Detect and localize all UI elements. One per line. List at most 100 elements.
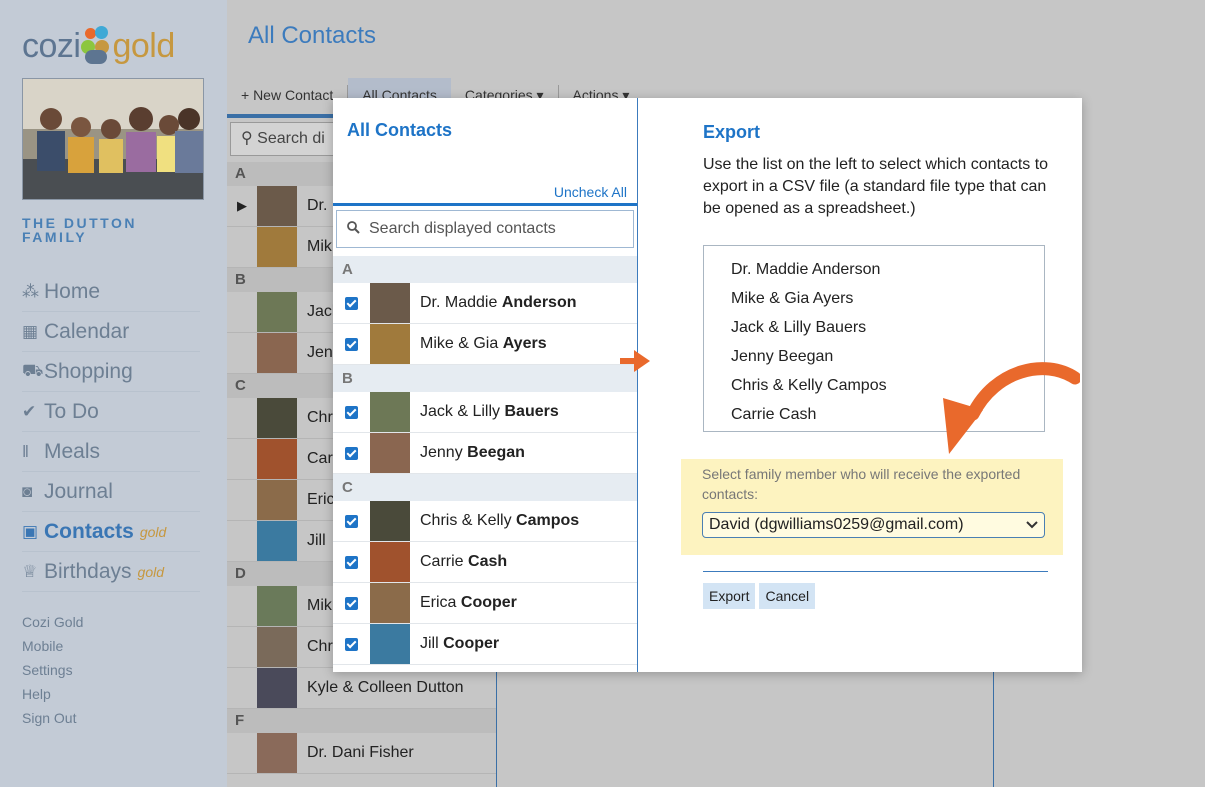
- page-title: All Contacts: [248, 22, 377, 49]
- nav-item-label: Home: [44, 279, 101, 303]
- recipient-select[interactable]: David (dgwilliams0259@gmail.com): [702, 512, 1045, 538]
- nav-item-birthdays[interactable]: ♕ Birthdays gold: [22, 552, 200, 592]
- section-header: C: [333, 474, 637, 501]
- export-list-item: Dr. Maddie Anderson: [731, 261, 881, 278]
- contact-name: Jill: [307, 532, 326, 549]
- search-icon: [347, 221, 360, 237]
- contact-checkbox[interactable]: [345, 405, 358, 419]
- selection-top-bar: [333, 203, 637, 206]
- contact-name: Kyle & Colleen Dutton: [307, 679, 464, 696]
- contact-first-name: Jill: [420, 635, 439, 652]
- action-divider: [703, 571, 1048, 572]
- nav-item-to-do[interactable]: ✔ To Do: [22, 392, 200, 432]
- avatar: [370, 624, 410, 664]
- main-nav: ⁂ Home ▦ Calendar ⛟ Shopping ✔ To Do ǁ Meals ◙ Jour…: [22, 272, 200, 592]
- list-item[interactable]: Dr. Maddie Anderson: [333, 283, 637, 324]
- cancel-button[interactable]: Cancel: [759, 583, 816, 609]
- list-item[interactable]: Erica Cooper: [333, 583, 637, 624]
- nav-item-contacts[interactable]: ▣ Contacts gold: [22, 512, 200, 552]
- sidebar-link-sign-out[interactable]: Sign Out: [22, 706, 83, 730]
- contact-first-name: Jack & Lilly: [420, 403, 501, 420]
- export-title: Export: [703, 122, 761, 142]
- contact-selection-pane: All Contacts Uncheck All Search displaye…: [333, 98, 638, 672]
- contact-checkbox[interactable]: [345, 337, 358, 351]
- avatar: [257, 668, 297, 708]
- nav-item-meals[interactable]: ǁ Meals: [22, 432, 200, 472]
- curved-arrow-icon: [943, 362, 1080, 454]
- table-row[interactable]: Kyle & Colleen Dutton: [227, 668, 497, 709]
- dialog-actions: Export Cancel: [703, 583, 816, 609]
- nav-item-home[interactable]: ⁂ Home: [22, 272, 200, 312]
- sidebar-link-settings[interactable]: Settings: [22, 658, 83, 682]
- export-button[interactable]: Export: [703, 583, 756, 609]
- export-list-item: Jack & Lilly Bauers: [731, 319, 867, 336]
- avatar: [257, 398, 297, 438]
- contact-checkbox[interactable]: [345, 555, 358, 569]
- contact-checkbox[interactable]: [345, 296, 358, 310]
- contact-last-name: Anderson: [501, 294, 577, 311]
- table-row[interactable]: Dr. Dani Fisher: [227, 733, 497, 774]
- avatar: [257, 521, 297, 561]
- list-item[interactable]: Jack & Lilly Bauers: [333, 392, 637, 433]
- uncheck-all-link[interactable]: Uncheck All: [554, 184, 627, 200]
- nav-item-shopping[interactable]: ⛟ Shopping: [22, 352, 200, 392]
- cozi-gold-logo[interactable]: cozi gold: [22, 14, 175, 66]
- avatar: [257, 333, 297, 373]
- section-header: F: [227, 709, 497, 733]
- contact-first-name: Mike & Gia: [420, 335, 499, 352]
- contact-first-name: Erica: [420, 594, 457, 611]
- contact-name: Car: [307, 450, 333, 467]
- sidebar: cozi gold THE DUTTON FAMILY ⁂ Home ▦ Calend…: [0, 0, 227, 787]
- logo-dots-icon: [81, 26, 111, 66]
- search-contacts-input[interactable]: Search displayed contacts: [336, 210, 634, 248]
- family-photo[interactable]: [22, 78, 204, 200]
- avatar: [257, 292, 297, 332]
- avatar: [257, 186, 297, 226]
- sidebar-links: Cozi Gold Mobile Settings Help Sign Out: [22, 610, 83, 730]
- contact-checkbox[interactable]: [345, 596, 358, 610]
- contact-last-name: Bauers: [504, 403, 559, 420]
- contact-checkbox[interactable]: [345, 637, 358, 651]
- list-item[interactable]: Jenny Beegan: [333, 433, 637, 474]
- contact-first-name: Carrie: [420, 553, 464, 570]
- cart-icon: ⛟: [22, 360, 44, 380]
- avatar: [370, 583, 410, 623]
- contact-name: Mike & Gia Ayers: [420, 335, 547, 353]
- list-item[interactable]: Mike & Gia Ayers: [333, 324, 637, 365]
- nav-item-label: Calendar: [44, 319, 130, 343]
- nav-item-label: Journal: [44, 479, 113, 503]
- arrow-right-icon: [620, 348, 650, 379]
- avatar: [370, 283, 410, 323]
- contact-last-name: Campos: [516, 512, 580, 529]
- contact-last-name: Cash: [468, 553, 508, 570]
- contact-last-name: Cooper: [443, 635, 500, 652]
- list-item[interactable]: Carrie Cash: [333, 542, 637, 583]
- list-item[interactable]: Jill Cooper: [333, 624, 637, 665]
- contact-name: Carrie Cash: [420, 553, 507, 571]
- nav-item-label: Shopping: [44, 359, 133, 383]
- sidebar-link-mobile[interactable]: Mobile: [22, 634, 83, 658]
- avatar: [370, 392, 410, 432]
- check-icon: ✔: [22, 401, 37, 421]
- logo-text-cozi: cozi: [22, 27, 81, 65]
- section-header: A: [333, 256, 637, 283]
- contact-last-name: Cooper: [460, 594, 517, 611]
- section-header: B: [333, 365, 637, 392]
- contact-name: Chris & Kelly Campos: [420, 512, 579, 530]
- sidebar-link-cozi-gold[interactable]: Cozi Gold: [22, 610, 83, 634]
- sidebar-link-help[interactable]: Help: [22, 682, 83, 706]
- contact-name: Jill Cooper: [420, 635, 499, 653]
- list-item[interactable]: Chris & Kelly Campos: [333, 501, 637, 542]
- nav-item-journal[interactable]: ◙ Journal: [22, 472, 200, 512]
- contact-last-name: Beegan: [467, 444, 525, 461]
- detail-divider: [993, 660, 994, 787]
- gift-icon: ♕: [22, 561, 38, 581]
- contact-name: Jack & Lilly Bauers: [420, 403, 559, 421]
- nav-item-calendar[interactable]: ▦ Calendar: [22, 312, 200, 352]
- contact-checkbox[interactable]: [345, 446, 358, 460]
- new-contact-button[interactable]: + New Contact: [227, 87, 347, 103]
- contact-first-name: Dr. Maddie: [420, 294, 498, 311]
- contact-checkbox[interactable]: [345, 514, 358, 528]
- nav-item-label: Contacts: [44, 519, 134, 543]
- home-icon: ⁂: [22, 281, 39, 301]
